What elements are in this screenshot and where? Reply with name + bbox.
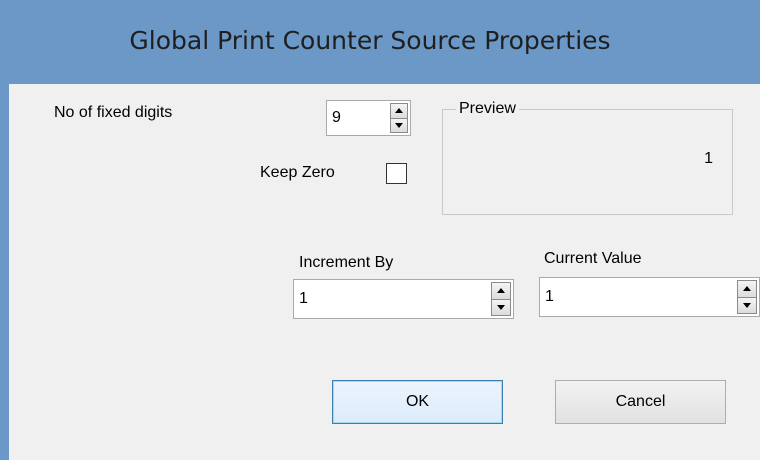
- current-value-spinner[interactable]: 1: [539, 277, 760, 317]
- increment-by-label: Increment By: [299, 254, 394, 271]
- spin-up-icon: [395, 108, 403, 114]
- current-value-spin-down-button[interactable]: [737, 296, 757, 314]
- ok-button[interactable]: OK: [332, 380, 503, 424]
- fixed-digits-label: No of fixed digits: [54, 104, 173, 121]
- spin-up-icon: [743, 286, 751, 292]
- fixed-digits-spinner[interactable]: 9: [326, 100, 411, 136]
- current-value-spin-up-button[interactable]: [737, 280, 757, 298]
- fixed-digits-spin-up-button[interactable]: [390, 103, 408, 119]
- spin-down-icon: [743, 302, 751, 308]
- dialog-client-area: No of fixed digits 9 Keep Zero Preview 1…: [9, 84, 760, 460]
- increment-spin-up-button[interactable]: [491, 282, 511, 300]
- preview-value: 1: [704, 150, 713, 167]
- spin-down-icon: [395, 122, 403, 128]
- current-value-label: Current Value: [544, 250, 642, 267]
- dialog-window: Global Print Counter Source Properties N…: [0, 0, 760, 460]
- keep-zero-label: Keep Zero: [260, 164, 335, 181]
- dialog-title: Global Print Counter Source Properties: [129, 25, 611, 55]
- preview-legend: Preview: [456, 100, 519, 118]
- current-value-value[interactable]: 1: [545, 288, 554, 306]
- increment-by-spinner[interactable]: 1: [293, 279, 514, 319]
- keep-zero-checkbox[interactable]: [386, 163, 407, 184]
- spin-down-icon: [497, 304, 505, 310]
- fixed-digits-spin-down-button[interactable]: [390, 117, 408, 133]
- increment-by-value[interactable]: 1: [299, 290, 308, 308]
- fixed-digits-value[interactable]: 9: [332, 109, 341, 127]
- cancel-button[interactable]: Cancel: [555, 380, 726, 424]
- spin-up-icon: [497, 288, 505, 294]
- increment-spin-down-button[interactable]: [491, 298, 511, 316]
- title-bar[interactable]: Global Print Counter Source Properties: [0, 0, 760, 84]
- preview-groupbox: Preview 1: [442, 100, 733, 215]
